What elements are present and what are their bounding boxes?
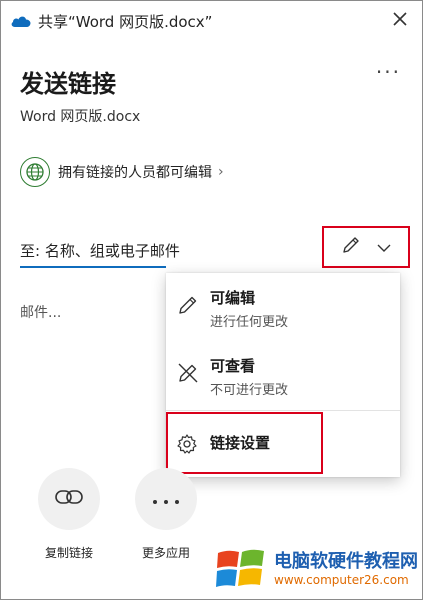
pencil-icon bbox=[340, 234, 362, 260]
pencil-off-icon bbox=[176, 361, 200, 389]
permission-text: 拥有链接的人员都可编辑 bbox=[58, 165, 212, 181]
windows-logo-icon bbox=[216, 547, 266, 595]
window-title: 共享“Word 网页版.docx” bbox=[38, 13, 213, 31]
chevron-down-icon bbox=[376, 238, 392, 257]
link-settings-highlight bbox=[166, 412, 323, 474]
permission-menu: 可编辑 进行任何更改 可查看 不可进行更改 链接设置 bbox=[166, 273, 400, 477]
more-apps-button[interactable] bbox=[135, 468, 197, 530]
pencil-icon bbox=[176, 293, 200, 321]
menu-item-title: 可编辑 bbox=[210, 289, 256, 307]
page-title: 发送链接 bbox=[20, 70, 116, 98]
copy-link-button[interactable] bbox=[38, 468, 100, 530]
more-icon bbox=[152, 490, 180, 509]
recipients-placeholder: 至: 名称、组或电子邮件 bbox=[20, 242, 180, 260]
watermark-name: 电脑软硬件教程网 bbox=[274, 551, 418, 572]
copy-link-label: 复制链接 bbox=[45, 546, 94, 560]
menu-item-subtitle: 进行任何更改 bbox=[210, 315, 289, 330]
link-permission-setting[interactable]: 拥有链接的人员都可编辑 › bbox=[20, 156, 224, 188]
recipients-input[interactable]: 至: 名称、组或电子邮件 bbox=[20, 236, 180, 268]
menu-item-can-view[interactable]: 可查看 不可进行更改 bbox=[166, 343, 400, 409]
title-bar: 共享“Word 网页版.docx” bbox=[0, 0, 423, 40]
watermark: 电脑软硬件教程网 www.computer26.com bbox=[216, 541, 420, 596]
menu-item-subtitle: 不可进行更改 bbox=[210, 383, 289, 398]
globe-icon bbox=[20, 157, 50, 187]
menu-item-title: 可查看 bbox=[210, 357, 256, 375]
permission-dropdown-button[interactable] bbox=[322, 226, 410, 268]
more-apps-label: 更多应用 bbox=[142, 546, 191, 560]
watermark-url: www.computer26.com bbox=[274, 573, 409, 587]
onedrive-cloud-icon bbox=[10, 13, 32, 32]
file-name: Word 网页版.docx bbox=[20, 109, 141, 125]
chevron-right-icon: › bbox=[218, 164, 224, 180]
menu-divider bbox=[166, 410, 400, 411]
link-icon bbox=[54, 486, 84, 512]
close-icon[interactable] bbox=[389, 8, 411, 30]
more-options-icon[interactable]: ··· bbox=[376, 60, 401, 84]
message-input[interactable]: 邮件... bbox=[20, 302, 61, 322]
menu-item-can-edit[interactable]: 可编辑 进行任何更改 bbox=[166, 273, 400, 341]
